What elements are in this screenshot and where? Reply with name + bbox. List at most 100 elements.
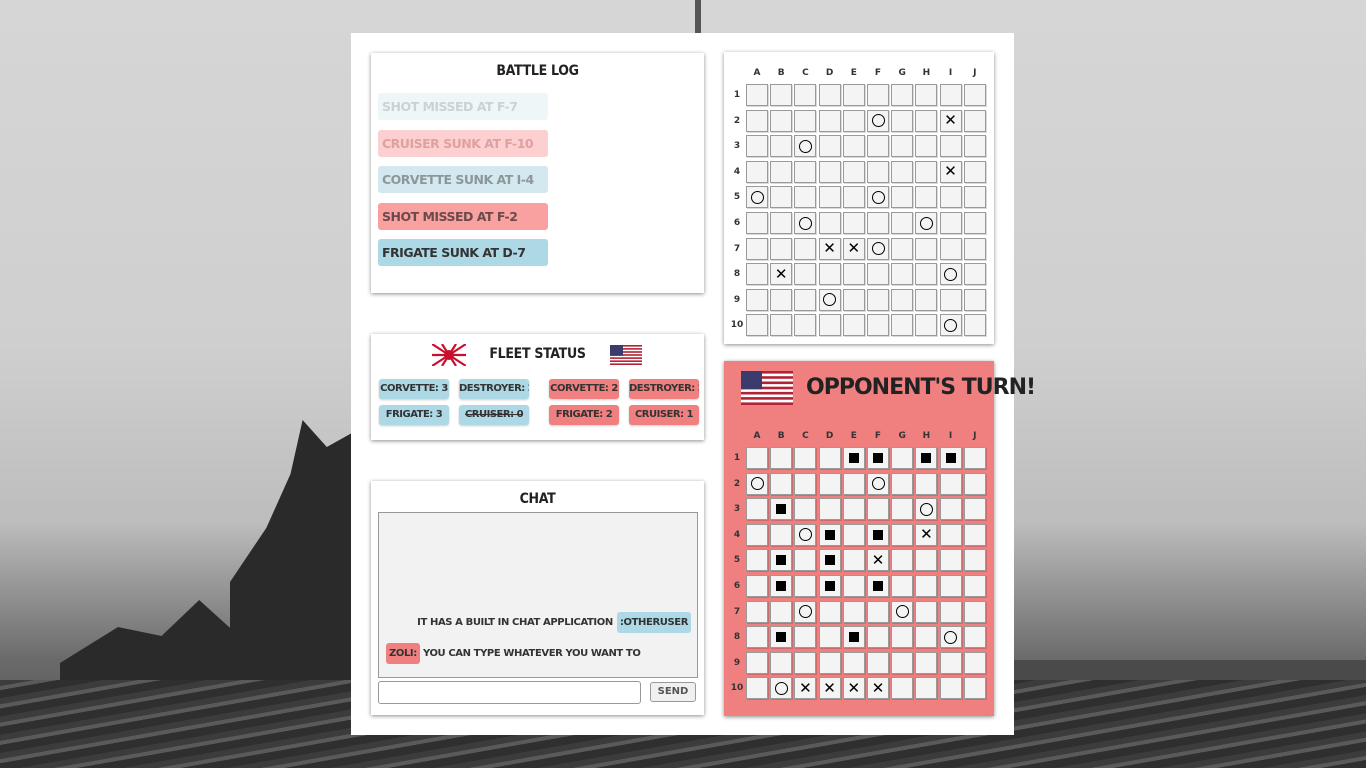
grid-cell-c3[interactable] — [794, 135, 817, 158]
grid-cell-i1[interactable] — [939, 84, 962, 106]
grid-cell-f4[interactable] — [867, 160, 889, 183]
grid-cell-e9[interactable] — [842, 288, 865, 311]
grid-cell-e5[interactable] — [842, 186, 865, 209]
grid-cell-c8[interactable] — [794, 263, 817, 286]
send-button[interactable]: SEND — [650, 682, 696, 702]
grid-cell-d9[interactable] — [818, 288, 841, 311]
grid-cell-e2[interactable] — [842, 109, 865, 132]
grid-cell-j9[interactable] — [963, 288, 986, 311]
grid-cell-d5[interactable] — [818, 186, 841, 209]
grid-cell-d7[interactable]: ✕ — [818, 237, 841, 260]
grid-cell-f10[interactable] — [867, 314, 889, 337]
chat-input[interactable] — [378, 681, 641, 704]
grid-cell-i4[interactable]: ✕ — [939, 160, 962, 183]
grid-cell-h10[interactable] — [915, 314, 938, 337]
grid-cell-b4[interactable] — [770, 160, 793, 183]
grid-cell-c4[interactable] — [794, 160, 817, 183]
grid-cell-b9[interactable] — [770, 288, 793, 311]
grid-cell-d1[interactable] — [818, 84, 841, 106]
grid-cell-f1[interactable] — [867, 84, 889, 106]
grid-cell-h1[interactable] — [915, 84, 938, 106]
grid-cell-g2[interactable] — [891, 109, 914, 132]
grid-cell-j6[interactable] — [963, 212, 986, 234]
grid-cell-j3[interactable] — [963, 135, 986, 158]
grid-cell-i5[interactable] — [939, 186, 962, 209]
grid-cell-f5[interactable] — [867, 186, 889, 209]
grid-cell-e3[interactable] — [842, 135, 865, 158]
grid-cell-a7[interactable] — [746, 237, 768, 260]
grid-cell-a5[interactable] — [746, 186, 768, 209]
grid-cell-j7[interactable] — [963, 237, 986, 260]
grid-cell-h5[interactable] — [915, 186, 938, 209]
grid-cell-h9[interactable] — [915, 288, 938, 311]
grid-cell-d8[interactable] — [818, 263, 841, 286]
grid-cell-a4[interactable] — [746, 160, 768, 183]
grid-cell-j5[interactable] — [963, 186, 986, 209]
grid-cell-a1[interactable] — [746, 84, 768, 106]
grid-cell-a2[interactable] — [746, 109, 768, 132]
grid-cell-e6[interactable] — [842, 212, 865, 234]
grid-cell-h6[interactable] — [915, 212, 938, 234]
grid-cell-a8[interactable] — [746, 263, 768, 286]
grid-cell-g3[interactable] — [891, 135, 914, 158]
grid-cell-c5[interactable] — [794, 186, 817, 209]
grid-cell-g7[interactable] — [891, 237, 914, 260]
grid-cell-h8[interactable] — [915, 263, 938, 286]
grid-cell-d4[interactable] — [818, 160, 841, 183]
grid-cell-j8[interactable] — [963, 263, 986, 286]
grid-cell-e7[interactable]: ✕ — [842, 237, 865, 260]
grid-cell-g4[interactable] — [891, 160, 914, 183]
grid-cell-b10[interactable] — [770, 314, 793, 337]
grid-cell-c6[interactable] — [794, 212, 817, 234]
grid-cell-a6[interactable] — [746, 212, 768, 234]
grid-cell-f7[interactable] — [867, 237, 889, 260]
grid-cell-f3[interactable] — [867, 135, 889, 158]
grid-cell-c10[interactable] — [794, 314, 817, 337]
grid-cell-h3[interactable] — [915, 135, 938, 158]
grid-cell-f6[interactable] — [867, 212, 889, 234]
grid-cell-a9[interactable] — [746, 288, 768, 311]
chat-messages[interactable]: IT HAS A BUILT IN CHAT APPLICATION :OTHE… — [378, 512, 698, 678]
grid-cell-i3[interactable] — [939, 135, 962, 158]
grid-cell-b8[interactable]: ✕ — [770, 263, 793, 286]
grid-cell-j10[interactable] — [963, 314, 986, 337]
grid-cell-c9[interactable] — [794, 288, 817, 311]
grid-cell-f9[interactable] — [867, 288, 889, 311]
grid-cell-b3[interactable] — [770, 135, 793, 158]
grid-cell-e1[interactable] — [842, 84, 865, 106]
grid-cell-b7[interactable] — [770, 237, 793, 260]
grid-cell-j4[interactable] — [963, 160, 986, 183]
grid-cell-j2[interactable] — [963, 109, 986, 132]
grid-cell-e10[interactable] — [842, 314, 865, 337]
grid-cell-h2[interactable] — [915, 109, 938, 132]
grid-cell-b2[interactable] — [770, 109, 793, 132]
grid-cell-d2[interactable] — [818, 109, 841, 132]
grid-cell-j1[interactable] — [963, 84, 986, 106]
grid-cell-b6[interactable] — [770, 212, 793, 234]
grid-cell-g8[interactable] — [891, 263, 914, 286]
grid-cell-b1[interactable] — [770, 84, 793, 106]
grid-cell-i8[interactable] — [939, 263, 962, 286]
grid-cell-g9[interactable] — [891, 288, 914, 311]
grid-cell-f8[interactable] — [867, 263, 889, 286]
grid-cell-b5[interactable] — [770, 186, 793, 209]
grid-cell-i2[interactable]: ✕ — [939, 109, 962, 132]
grid-cell-e4[interactable] — [842, 160, 865, 183]
grid-cell-i9[interactable] — [939, 288, 962, 311]
grid-cell-d3[interactable] — [818, 135, 841, 158]
grid-cell-c1[interactable] — [794, 84, 817, 106]
grid-cell-c7[interactable] — [794, 237, 817, 260]
grid-cell-f2[interactable] — [867, 109, 889, 132]
grid-cell-a3[interactable] — [746, 135, 768, 158]
grid-cell-c2[interactable] — [794, 109, 817, 132]
grid-cell-h4[interactable] — [915, 160, 938, 183]
grid-cell-d10[interactable] — [818, 314, 841, 337]
grid-cell-a10[interactable] — [746, 314, 768, 337]
grid-cell-g6[interactable] — [891, 212, 914, 234]
grid-cell-e8[interactable] — [842, 263, 865, 286]
grid-cell-g1[interactable] — [891, 84, 914, 106]
grid-cell-d6[interactable] — [818, 212, 841, 234]
grid-cell-i10[interactable] — [939, 314, 962, 337]
grid-cell-g5[interactable] — [891, 186, 914, 209]
grid-cell-i6[interactable] — [939, 212, 962, 234]
